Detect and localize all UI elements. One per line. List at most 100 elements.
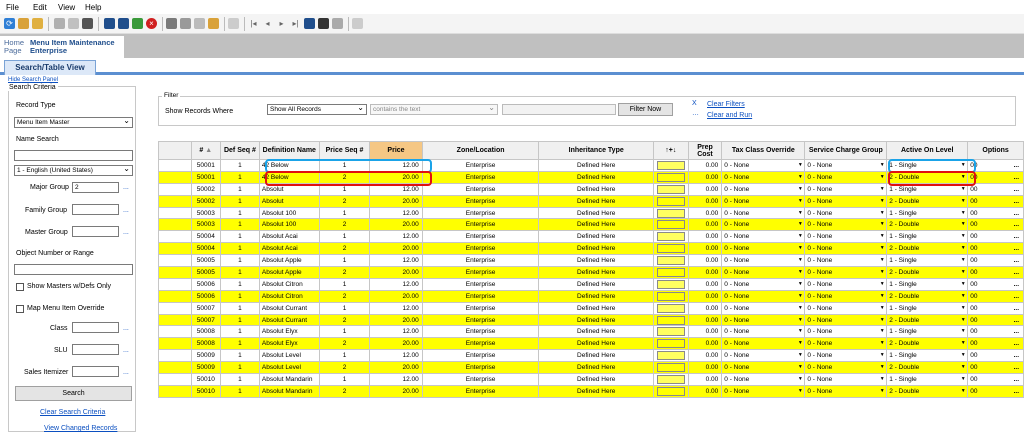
cell-zone-location[interactable]: Enterprise	[421, 373, 540, 386]
cell-def-seq[interactable]: 1	[220, 230, 260, 244]
options-browse-button[interactable]: ...	[1014, 233, 1019, 240]
cell-prep-cost[interactable]: 0.00	[687, 337, 723, 351]
cell-service-charge-group[interactable]: 0 - None ▼	[804, 373, 888, 386]
cell-service-charge-group[interactable]: 0 - None ▼	[804, 277, 888, 291]
reorder-swatch[interactable]	[656, 315, 685, 325]
cell-price-seq[interactable]: 2	[318, 337, 371, 351]
chevron-down-icon[interactable]: ▼	[797, 375, 803, 384]
options-browse-button[interactable]: ...	[1014, 317, 1019, 324]
chevron-down-icon[interactable]: ▼	[797, 161, 803, 170]
cell-reorder[interactable]	[652, 277, 689, 291]
major-group-browse[interactable]: ...	[123, 184, 129, 191]
row-selector[interactable]	[158, 373, 192, 386]
cell-inheritance-type[interactable]: Defined Here	[538, 337, 654, 351]
save-all-icon[interactable]	[118, 18, 129, 29]
cell-def-seq[interactable]: 1	[220, 337, 260, 351]
clear-filters-icon[interactable]: X	[692, 100, 697, 107]
cell-definition-name[interactable]: Absolut 100	[258, 218, 320, 232]
clear-and-run-icon[interactable]: …	[692, 110, 699, 117]
cell-price-seq[interactable]: 1	[318, 325, 371, 339]
col-header-definition-name[interactable]: Definition Name	[258, 141, 320, 160]
cell-active-on-level[interactable]: 1 - Single ▼	[886, 254, 969, 268]
language-select[interactable]: 1 - English (United States)	[14, 164, 133, 176]
cell-options[interactable]: 00...	[967, 337, 1024, 351]
table-row[interactable]: 50005 1 Absolut Apple 1 12.00 Enterprise Defin…	[158, 254, 1024, 268]
cell-number[interactable]: 50007	[190, 301, 222, 315]
cell-price-seq[interactable]: 1	[318, 277, 371, 291]
options-browse-button[interactable]: ...	[1014, 388, 1019, 395]
cell-options[interactable]: 00...	[967, 254, 1024, 268]
row-selector[interactable]	[158, 194, 192, 208]
cell-inheritance-type[interactable]: Defined Here	[538, 277, 654, 291]
master-group-input[interactable]	[72, 226, 119, 237]
cell-active-on-level[interactable]: 2 - Double ▼	[886, 384, 969, 398]
table-row[interactable]: 50006 1 Absolut Citron 1 12.00 Enterprise Defi…	[158, 277, 1024, 291]
cell-inheritance-type[interactable]: Defined Here	[538, 313, 654, 327]
table-row[interactable]: 50004 1 Absolut Acai 2 20.00 Enterprise Define…	[158, 242, 1024, 256]
cell-number[interactable]: 50006	[190, 277, 222, 291]
cell-def-seq[interactable]: 1	[220, 361, 260, 375]
cell-def-seq[interactable]: 1	[220, 325, 260, 339]
col-header-price[interactable]: Price	[369, 141, 423, 160]
map-override-checkbox[interactable]	[16, 305, 24, 313]
cell-zone-location[interactable]: Enterprise	[421, 230, 540, 244]
reorder-swatch[interactable]	[656, 232, 685, 242]
slu-browse[interactable]: ...	[123, 347, 129, 354]
cell-zone-location[interactable]: Enterprise	[421, 194, 540, 208]
reorder-swatch[interactable]	[656, 327, 685, 337]
chevron-down-icon[interactable]: ▼	[879, 173, 885, 182]
table-row[interactable]: 50004 1 Absolut Acai 1 12.00 Enterprise Define…	[158, 230, 1024, 244]
object-range-input[interactable]	[14, 264, 133, 275]
cell-tax-class-override[interactable]: 0 - None ▼	[721, 206, 806, 220]
cell-prep-cost[interactable]: 0.00	[687, 301, 723, 315]
table-row[interactable]: 50007 1 Absolut Currant 2 20.00 Enterprise Def…	[158, 313, 1024, 327]
chevron-down-icon[interactable]: ▼	[879, 363, 885, 372]
cell-options[interactable]: 00...	[967, 313, 1024, 327]
row-selector[interactable]	[158, 277, 192, 291]
chevron-down-icon[interactable]: ▼	[879, 304, 885, 313]
cell-price[interactable]: 20.00	[369, 337, 423, 351]
slu-input[interactable]	[72, 344, 119, 355]
delete-icon[interactable]: ×	[146, 18, 157, 29]
prev-record-icon[interactable]: ◂	[262, 18, 273, 29]
cell-active-on-level[interactable]: 2 - Double ▼	[886, 218, 969, 232]
cell-price-seq[interactable]: 1	[318, 206, 371, 220]
cell-price[interactable]: 20.00	[369, 242, 423, 256]
row-selector[interactable]	[158, 361, 192, 375]
col-header-number[interactable]: # ▲	[190, 141, 222, 160]
cell-reorder[interactable]	[652, 254, 689, 268]
name-search-input[interactable]	[14, 150, 133, 161]
cell-options[interactable]: 00...	[967, 277, 1024, 291]
menu-view[interactable]: View	[58, 3, 75, 12]
chevron-down-icon[interactable]: ▼	[797, 209, 803, 218]
next-record-icon[interactable]: ▸	[276, 18, 287, 29]
reorder-swatch[interactable]	[656, 244, 685, 254]
chevron-down-icon[interactable]: ▼	[879, 280, 885, 289]
chevron-down-icon[interactable]: ▼	[879, 209, 885, 218]
cell-active-on-level[interactable]: 1 - Single ▼	[886, 325, 969, 339]
cell-reorder[interactable]	[652, 313, 689, 327]
row-selector[interactable]	[158, 313, 192, 327]
cell-def-seq[interactable]: 1	[220, 206, 260, 220]
cell-options[interactable]: 00...	[967, 230, 1024, 244]
cell-number[interactable]: 50009	[190, 349, 222, 363]
cell-price[interactable]: 20.00	[369, 313, 423, 327]
menu-edit[interactable]: Edit	[33, 3, 47, 12]
print-icon[interactable]	[82, 18, 93, 29]
chevron-down-icon[interactable]: ▼	[797, 173, 803, 182]
chevron-down-icon[interactable]: ▼	[960, 197, 966, 206]
cell-reorder[interactable]	[652, 170, 689, 184]
cell-inheritance-type[interactable]: Defined Here	[538, 194, 654, 208]
tab-search-table-view[interactable]: Search/Table View	[4, 60, 96, 75]
major-group-input[interactable]: 2	[72, 182, 119, 193]
cell-inheritance-type[interactable]: Defined Here	[538, 325, 654, 339]
table-row[interactable]: 50007 1 Absolut Currant 1 12.00 Enterprise Def…	[158, 301, 1024, 315]
cell-options[interactable]: 00...	[967, 206, 1024, 220]
chevron-down-icon[interactable]: ▼	[960, 220, 966, 229]
cell-tax-class-override[interactable]: 0 - None ▼	[721, 182, 806, 196]
row-selector[interactable]	[158, 301, 192, 315]
last-record-icon[interactable]: ▸|	[290, 18, 301, 29]
clear-and-run-link[interactable]: Clear and Run	[707, 112, 752, 119]
cell-def-seq[interactable]: 1	[220, 277, 260, 291]
chevron-down-icon[interactable]: ▼	[879, 220, 885, 229]
